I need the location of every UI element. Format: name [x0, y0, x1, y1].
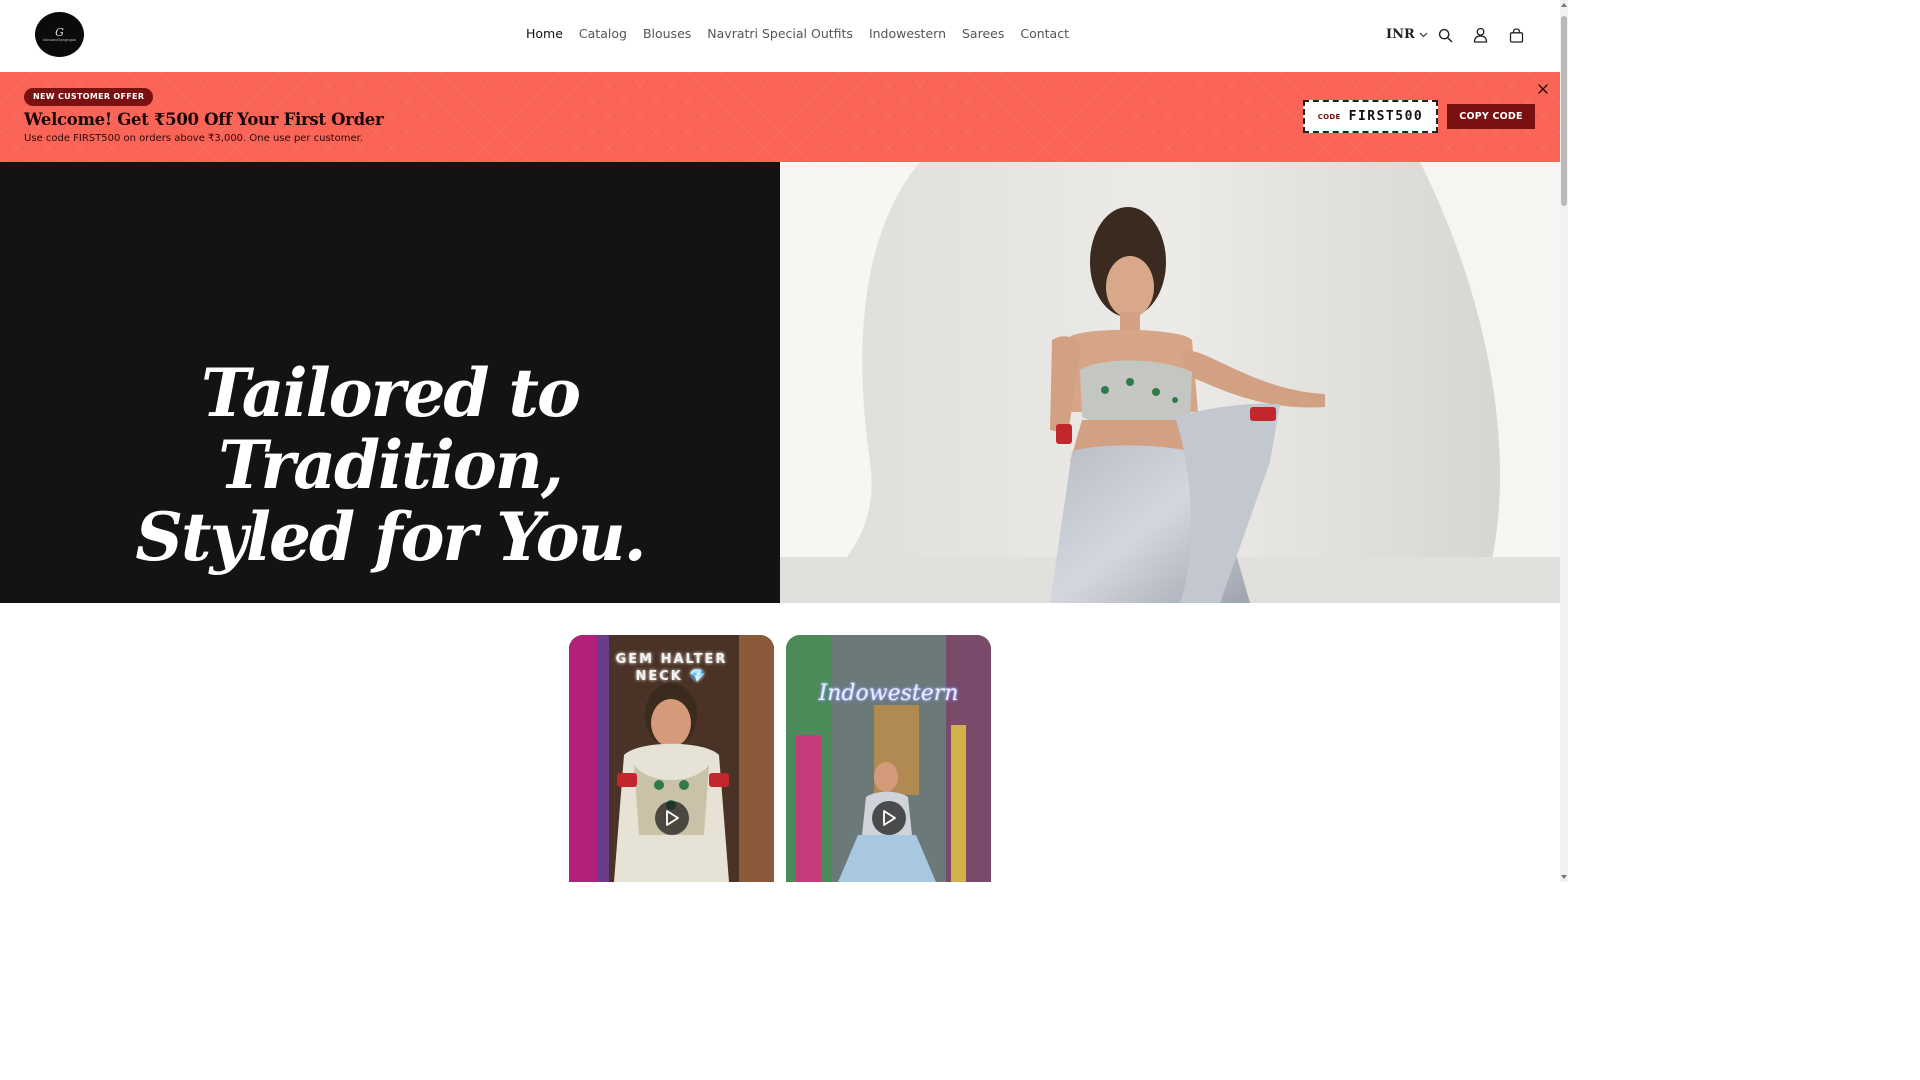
video-card[interactable]: Indowestern	[786, 635, 991, 882]
currency-selector[interactable]: INR	[1386, 25, 1428, 45]
close-icon[interactable]	[1535, 81, 1551, 97]
nav-catalog[interactable]: Catalog	[571, 24, 635, 44]
video-thumbnail	[786, 635, 991, 882]
account-icon[interactable]	[1469, 24, 1491, 46]
coupon-code-label: CODE	[1317, 112, 1341, 121]
currency-label: INR	[1386, 27, 1415, 42]
hero-title-line: Tradition,	[218, 426, 564, 504]
hero-title: Tailored to Tradition, Styled for You.	[60, 357, 720, 573]
video-caption-line: NECK 💎	[635, 669, 708, 684]
page-scrollbar[interactable]	[1560, 0, 1568, 882]
search-icon[interactable]	[1434, 24, 1456, 46]
main-nav: Home Catalog Blouses Navratri Special Ou…	[518, 24, 1077, 44]
chevron-down-icon	[1419, 32, 1428, 38]
hero-image	[780, 162, 1560, 603]
nav-navratri-special-outfits[interactable]: Navratri Special Outfits	[699, 24, 861, 44]
play-icon[interactable]	[655, 801, 689, 835]
video-caption-line: GEM HALTER	[615, 652, 728, 667]
scrollbar-thumb[interactable]	[1561, 16, 1567, 206]
scroll-down-icon[interactable]	[1560, 872, 1568, 882]
scroll-up-icon[interactable]	[1560, 0, 1568, 10]
coupon-code-value: FIRST500	[1348, 109, 1424, 124]
nav-blouses[interactable]: Blouses	[635, 24, 699, 44]
nav-home[interactable]: Home	[518, 24, 571, 44]
copy-code-button[interactable]: COPY CODE	[1447, 104, 1535, 129]
logo-text: shivamsthyagrajan	[42, 37, 77, 42]
hero-photo-illustration	[780, 162, 1560, 603]
hero-title-line: Tailored to	[200, 354, 581, 432]
play-icon[interactable]	[872, 801, 906, 835]
offer-subtitle: Use code FIRST500 on orders above ₹3,000…	[24, 133, 363, 144]
hero-text-panel: Tailored to Tradition, Styled for You.	[0, 162, 780, 603]
video-card[interactable]: GEM HALTER NECK 💎	[569, 635, 774, 882]
cart-icon[interactable]	[1505, 24, 1527, 46]
nav-sarees[interactable]: Sarees	[954, 24, 1012, 44]
video-caption-line: Indowestern	[818, 681, 959, 706]
site-header: G shivamsthyagrajan Home Catalog Blouses…	[0, 0, 1560, 72]
nav-indowestern[interactable]: Indowestern	[861, 24, 954, 44]
offer-badge: NEW CUSTOMER OFFER	[24, 88, 154, 106]
video-caption: GEM HALTER NECK 💎	[569, 651, 774, 685]
video-caption: Indowestern	[786, 681, 991, 707]
coupon-code-box[interactable]: CODE FIRST500	[1303, 100, 1438, 133]
hero-title-line: Styled for You.	[135, 498, 646, 576]
nav-contact[interactable]: Contact	[1012, 24, 1077, 44]
logo[interactable]: G shivamsthyagrajan	[35, 12, 84, 57]
logo-monogram: G	[55, 25, 64, 39]
offer-title: Welcome! Get ₹500 Off Your First Order	[24, 110, 384, 129]
